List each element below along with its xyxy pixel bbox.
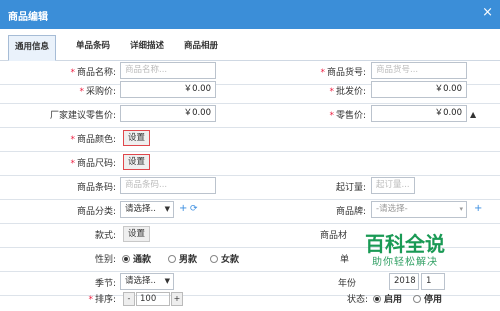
min-order-label: 起订量: (335, 183, 366, 193)
tab-album[interactable]: 商品相册 (178, 35, 224, 59)
decrement-button[interactable]: - (123, 292, 135, 306)
brand-label: 商品牌: (335, 207, 366, 217)
status-option-disabled[interactable]: 停用 (413, 292, 442, 305)
watermark: 百科全说 助你轻松解决 (365, 228, 495, 270)
status-option-enabled[interactable]: 启用 (373, 292, 402, 305)
msrp-label: 厂家建议零售价: (49, 111, 116, 121)
close-icon[interactable]: × (482, 6, 493, 19)
gender-option-female[interactable]: 女款 (210, 252, 239, 265)
color-settings-button[interactable]: 设置 (123, 130, 151, 146)
gender-option-unisex[interactable]: 通款 (122, 252, 151, 265)
form-row: * 采购价: ￥0.00 * 批发价: ￥0.00 (0, 79, 500, 104)
increment-button[interactable]: + (171, 292, 183, 306)
size-settings-button[interactable]: 设置 (123, 154, 151, 170)
window-title: 商品编辑 (8, 12, 48, 23)
style-label: 款式: (94, 231, 116, 241)
refresh-icon[interactable]: ⟳ (190, 204, 198, 214)
form-row: * 商品尺码: 设置 (0, 151, 500, 176)
month-value: 1 (426, 276, 432, 286)
purchase-price-label: 采购价: (85, 87, 116, 97)
brand-select-value: -请选择- (376, 204, 408, 214)
sort-value[interactable]: 100 (136, 292, 170, 306)
tab-barcodes[interactable]: 单品条码 (70, 35, 116, 59)
unit-label: 单 (340, 255, 350, 265)
item-no-label: 商品货号: (326, 68, 366, 78)
tab-bar: 通用信息 单品条码 详细描述 商品相册 (0, 29, 500, 61)
purchase-price-input[interactable]: ￥0.00 (120, 81, 216, 98)
window-titlebar: 商品编辑 × (0, 0, 500, 29)
chevron-down-icon: ▼ (164, 205, 170, 213)
category-select-value: 请选择.. (125, 204, 156, 214)
form-row: 商品分类: 请选择.. ▼ + ⟳ 商品牌: -请选择- ▾ + (0, 199, 500, 224)
season-select-value: 请选择.. (125, 276, 156, 286)
watermark-sub: 助你轻松解决 (372, 257, 438, 268)
tab-description[interactable]: 详细描述 (124, 35, 170, 59)
radio-checked-icon (122, 255, 130, 263)
form-row: 商品条码: 商品条码... 起订量: 起订量... (0, 175, 500, 200)
collapse-icon[interactable]: ▲ (470, 110, 476, 119)
wholesale-price-label: 批发价: (335, 87, 366, 97)
form-row: * 商品颜色: 设置 (0, 127, 500, 152)
barcode-input[interactable]: 商品条码... (120, 177, 216, 194)
barcode-label: 商品条码: (76, 183, 116, 193)
msrp-input[interactable]: ￥0.00 (120, 105, 216, 122)
style-settings-button[interactable]: 设置 (123, 226, 151, 242)
form-row: * 排序: - 100 + 状态: 启用 停用 (88, 292, 443, 306)
status-label: 状态: (346, 295, 368, 305)
wholesale-price-input[interactable]: ￥0.00 (371, 81, 467, 98)
radio-checked-icon (373, 295, 381, 303)
chevron-down-icon: ▾ (459, 205, 463, 213)
name-label: 商品名称: (76, 68, 116, 78)
min-order-input[interactable]: 起订量... (371, 177, 415, 194)
color-label: 商品颜色: (76, 135, 116, 145)
retail-price-input[interactable]: ￥0.00 (371, 105, 467, 122)
retail-price-label: 零售价: (335, 111, 366, 121)
item-no-input[interactable]: 商品货号... (371, 62, 467, 79)
sort-label: 排序: (94, 295, 116, 305)
name-input[interactable]: 商品名称... (120, 62, 216, 79)
material-label: 商品材 (320, 231, 348, 241)
add-brand-icon[interactable]: + (474, 204, 482, 214)
radio-icon (413, 295, 421, 303)
year-value: 2018 (394, 276, 416, 286)
brand-select[interactable]: -请选择- ▾ (371, 201, 467, 218)
tab-general[interactable]: 通用信息 (8, 35, 56, 61)
form-row: 厂家建议零售价: ￥0.00 * 零售价: ￥0.00 ▲ (0, 103, 500, 128)
category-select[interactable]: 请选择.. ▼ (120, 201, 174, 218)
radio-icon (168, 255, 176, 263)
radio-icon (210, 255, 218, 263)
gender-label: 性别: (94, 255, 116, 265)
size-label: 商品尺码: (76, 159, 116, 169)
gender-option-male[interactable]: 男款 (168, 252, 197, 265)
category-label: 商品分类: (76, 207, 116, 217)
add-category-icon[interactable]: + (179, 204, 187, 214)
